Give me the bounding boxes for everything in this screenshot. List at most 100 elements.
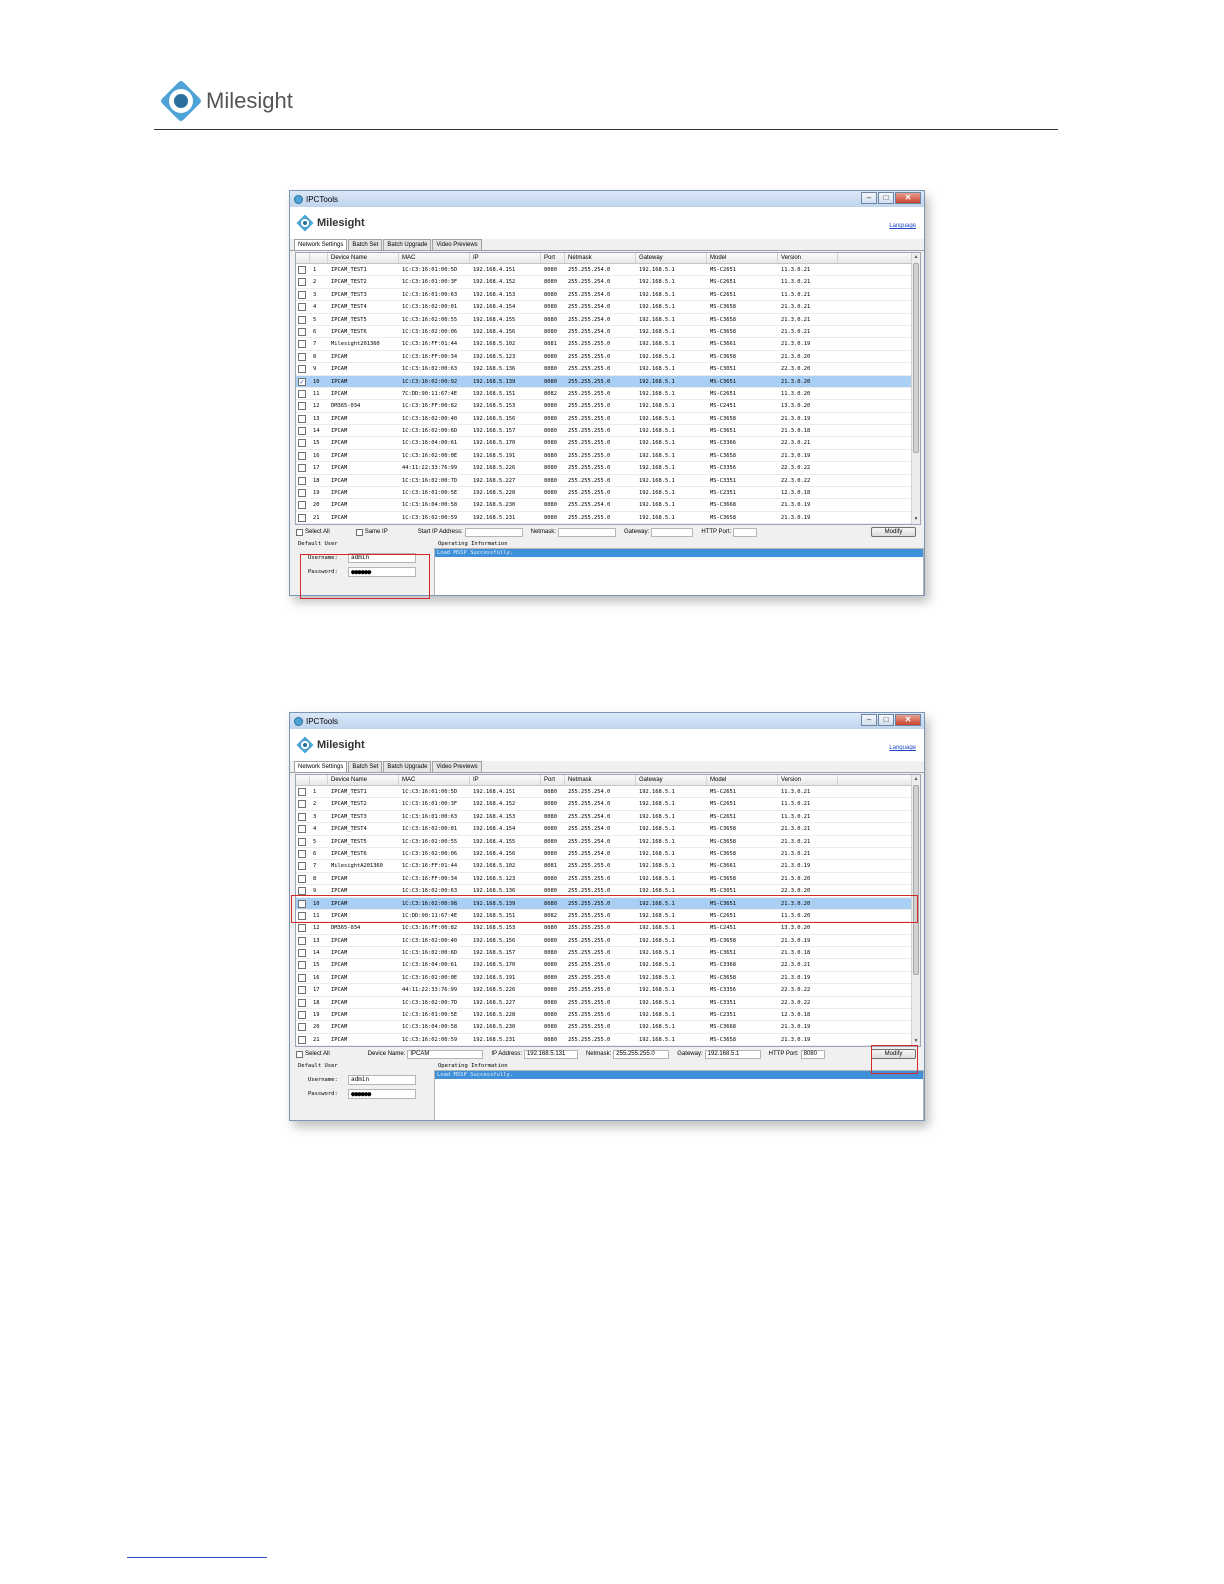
table-row[interactable]: 11 IPCAM 7C:DD:90:11:67:4E 192.168.5.151 808… bbox=[296, 388, 920, 401]
table-row[interactable]: 17 IPCAM 44:11:22:33:76:99 192.168.5.226 808… bbox=[296, 462, 920, 475]
scroll-thumb[interactable] bbox=[913, 785, 919, 975]
username-field[interactable]: admin bbox=[348, 1075, 416, 1085]
gateway-input[interactable]: 192.168.5.1 bbox=[704, 1049, 761, 1059]
row-checkbox[interactable] bbox=[298, 1023, 306, 1032]
table-row[interactable]: 3 IPCAM_TEST3 1C:C3:16:01:00:63 192.168.4.1… bbox=[296, 811, 920, 824]
table-row[interactable]: 18 IPCAM 1C:C3:16:02:00:7D 192.168.5.227 808… bbox=[296, 475, 920, 488]
netmask-input[interactable]: 255.255.255.0 bbox=[613, 1049, 670, 1059]
table-row[interactable]: 12 DM365-034 1C:C3:16:FF:00:82 192.168.5.15… bbox=[296, 922, 920, 935]
table-row[interactable]: 7 MilesightA201360 1C:C3:16:FF:01:44 192.16… bbox=[296, 860, 920, 873]
http-port-input[interactable]: 8080 bbox=[800, 1049, 825, 1059]
table-row[interactable]: 14 IPCAM 1C:C3:16:02:00:6D 192.168.5.157 808… bbox=[296, 425, 920, 438]
netmask-input[interactable] bbox=[557, 527, 616, 537]
row-checkbox[interactable] bbox=[298, 998, 306, 1007]
table-row[interactable]: 16 IPCAM 1C:C3:16:02:00:0E 192.168.5.191 808… bbox=[296, 972, 920, 985]
gateway-input[interactable] bbox=[651, 527, 694, 537]
table-row[interactable]: 5 IPCAM_TEST5 1C:C3:16:02:00:55 192.168.4.1… bbox=[296, 836, 920, 848]
table-row[interactable]: 19 IPCAM 1C:C3:16:01:00:5E 192.168.5.228 808… bbox=[296, 487, 920, 500]
table-row[interactable]: 5 IPCAM_TEST5 1C:C3:16:02:00:55 192.168.4.1… bbox=[296, 314, 920, 326]
row-checkbox[interactable] bbox=[298, 862, 306, 871]
table-row[interactable]: 6 IPCAM_TEST6 1C:C3:16:02:00:06 192.168.4.1… bbox=[296, 848, 920, 861]
row-checkbox[interactable] bbox=[298, 949, 306, 958]
tab-video-previews[interactable]: Video Previews bbox=[432, 761, 482, 772]
row-checkbox[interactable] bbox=[298, 788, 306, 796]
minimize-button[interactable]: – bbox=[861, 192, 877, 204]
table-row[interactable]: 7 Milesight201360 1C:C3:16:FF:01:44 192.168… bbox=[296, 338, 920, 351]
vertical-scrollbar[interactable]: ▲ ▼ bbox=[911, 253, 920, 524]
row-checkbox[interactable] bbox=[298, 800, 306, 809]
row-checkbox[interactable] bbox=[298, 389, 306, 398]
table-row[interactable]: 15 IPCAM 1C:C3:16:04:00:61 192.168.5.170 808… bbox=[296, 959, 920, 972]
scroll-up-icon[interactable]: ▲ bbox=[912, 775, 920, 784]
password-field[interactable]: ●●●●●● bbox=[348, 567, 416, 577]
vertical-scrollbar[interactable]: ▲ ▼ bbox=[911, 775, 920, 1046]
http-port-input[interactable] bbox=[733, 527, 758, 537]
table-row[interactable]: 9 IPCAM 1C:C3:16:02:00:63 192.168.5.136 8080… bbox=[296, 363, 920, 376]
table-row[interactable]: 21 IPCAM 1C:C3:16:02:00:59 192.168.5.231 808… bbox=[296, 512, 920, 524]
row-checkbox[interactable] bbox=[298, 427, 306, 436]
tab-batch-upgrade[interactable]: Batch Upgrade bbox=[383, 239, 432, 250]
same-ip-checkbox[interactable] bbox=[355, 528, 363, 536]
tab-network-settings[interactable]: Network Settings bbox=[294, 239, 348, 250]
tab-batch-set[interactable]: Batch Set bbox=[348, 239, 383, 250]
row-checkbox[interactable] bbox=[298, 1035, 306, 1044]
password-field[interactable]: ●●●●●● bbox=[348, 1089, 416, 1099]
table-row[interactable]: 4 IPCAM_TEST4 1C:C3:16:02:00:01 192.168.4.1… bbox=[296, 301, 920, 314]
table-row[interactable]: 14 IPCAM 1C:C3:16:02:00:6D 192.168.5.157 808… bbox=[296, 947, 920, 960]
table-row[interactable]: 20 IPCAM 1C:C3:16:04:00:58 192.168.5.230 808… bbox=[296, 499, 920, 512]
row-checkbox[interactable] bbox=[298, 476, 306, 485]
col-version[interactable]: Version bbox=[778, 775, 838, 785]
tab-batch-upgrade[interactable]: Batch Upgrade bbox=[383, 761, 432, 772]
scroll-up-icon[interactable]: ▲ bbox=[912, 253, 920, 262]
table-row[interactable]: 13 IPCAM 1C:C3:16:02:00:40 192.168.5.156 808… bbox=[296, 935, 920, 948]
row-checkbox[interactable] bbox=[298, 501, 306, 510]
language-link[interactable]: Language bbox=[889, 745, 916, 751]
row-checkbox[interactable] bbox=[298, 464, 306, 473]
close-button[interactable]: ✕ bbox=[895, 714, 921, 726]
table-row[interactable]: 15 IPCAM 1C:C3:16:04:00:61 192.168.5.170 808… bbox=[296, 437, 920, 450]
table-row[interactable]: 2 IPCAM_TEST2 1C:C3:16:01:00:3F 192.168.4.1… bbox=[296, 276, 920, 289]
table-row[interactable]: 11 IPCAM 1C:DD:90:11:67:4E 192.168.5.151 808… bbox=[296, 910, 920, 923]
row-checkbox[interactable] bbox=[298, 451, 306, 460]
col-port[interactable]: Port bbox=[541, 253, 565, 263]
col-ip[interactable]: IP bbox=[470, 775, 541, 785]
row-checkbox[interactable] bbox=[298, 973, 306, 982]
table-row[interactable]: 1 IPCAM_TEST1 1C:C3:16:01:00:5D 192.168.4.1… bbox=[296, 786, 920, 799]
col-model[interactable]: Model bbox=[707, 253, 778, 263]
table-row[interactable]: ✓ 10 IPCAM 1C:C3:16:02:00:92 192.168.5.139 80… bbox=[296, 375, 920, 388]
table-row[interactable]: 8 IPCAM 1C:C3:16:FF:00:34 192.168.5.123 8080… bbox=[296, 351, 920, 364]
table-row[interactable]: 21 IPCAM 1C:C3:16:02:00:59 192.168.5.231 808… bbox=[296, 1034, 920, 1046]
row-checkbox[interactable] bbox=[298, 825, 306, 834]
col-device-name[interactable]: Device Name bbox=[328, 253, 399, 263]
row-checkbox[interactable] bbox=[298, 812, 306, 821]
table-row[interactable]: 9 IPCAM 1C:C3:16:02:00:63 192.168.5.136 8080… bbox=[296, 885, 920, 898]
start-ip-input[interactable] bbox=[464, 527, 523, 537]
row-checkbox[interactable] bbox=[298, 315, 306, 324]
scroll-thumb[interactable] bbox=[913, 263, 919, 453]
row-checkbox[interactable] bbox=[298, 278, 306, 287]
tab-video-previews[interactable]: Video Previews bbox=[432, 239, 482, 250]
row-checkbox[interactable] bbox=[298, 327, 306, 336]
row-checkbox[interactable] bbox=[298, 303, 306, 312]
row-checkbox[interactable] bbox=[298, 365, 306, 374]
maximize-button[interactable]: □ bbox=[878, 714, 894, 726]
row-checkbox[interactable] bbox=[298, 961, 306, 970]
col-port[interactable]: Port bbox=[541, 775, 565, 785]
close-button[interactable]: ✕ bbox=[895, 192, 921, 204]
table-row[interactable]: 13 IPCAM 1C:C3:16:02:00:40 192.168.5.156 808… bbox=[296, 413, 920, 426]
row-checkbox[interactable] bbox=[298, 874, 306, 883]
col-model[interactable]: Model bbox=[707, 775, 778, 785]
col-mac[interactable]: MAC bbox=[399, 775, 470, 785]
row-checkbox[interactable] bbox=[298, 887, 306, 896]
table-row[interactable]: 10 IPCAM 1C:C3:16:02:00:98 192.168.5.139 808… bbox=[296, 897, 920, 910]
row-checkbox[interactable] bbox=[298, 513, 306, 522]
col-mac[interactable]: MAC bbox=[399, 253, 470, 263]
username-field[interactable]: admin bbox=[348, 553, 416, 563]
row-checkbox[interactable] bbox=[298, 402, 306, 411]
row-checkbox[interactable] bbox=[298, 340, 306, 349]
row-checkbox[interactable]: ✓ bbox=[298, 377, 306, 386]
row-checkbox[interactable] bbox=[298, 986, 306, 995]
table-row[interactable]: 20 IPCAM 1C:C3:16:04:00:58 192.168.5.230 808… bbox=[296, 1021, 920, 1034]
select-all-checkbox[interactable] bbox=[296, 1050, 303, 1058]
select-all-checkbox[interactable] bbox=[296, 528, 303, 536]
